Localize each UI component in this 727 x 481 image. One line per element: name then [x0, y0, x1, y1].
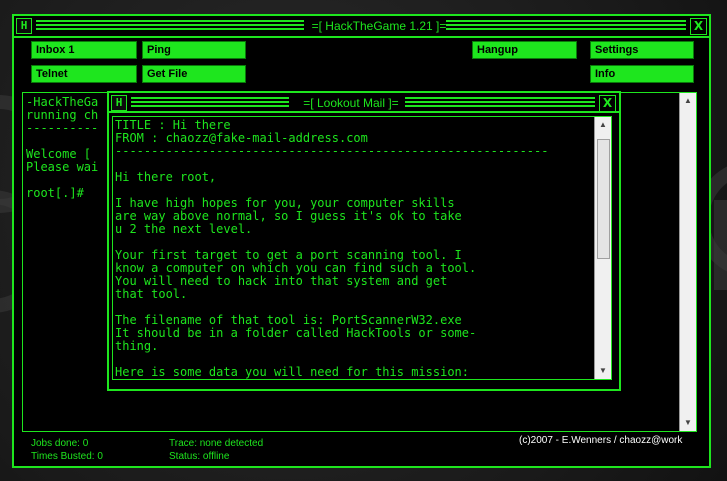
- mail-line: that tool.: [115, 287, 188, 301]
- mail-line: u 2 the next level.: [115, 222, 253, 236]
- mail-line: It should be in a folder called HackTool…: [115, 326, 477, 340]
- trace-status: Trace: none detected: [169, 438, 264, 449]
- mail-title: =[ Lookout Mail ]=: [289, 93, 413, 111]
- jobs-done-counter: Jobs done: 0: [31, 438, 89, 449]
- mail-window: H =[ Lookout Mail ]= X TITLE : Hi there …: [107, 91, 621, 391]
- scroll-up-icon[interactable]: ▲: [595, 117, 611, 133]
- mail-text: TITLE : Hi there FROM : chaozz@fake-mail…: [115, 119, 548, 379]
- scroll-down-icon[interactable]: ▼: [595, 363, 611, 379]
- scrollbar-thumb[interactable]: [597, 139, 610, 259]
- mail-logo-icon: H: [111, 95, 127, 111]
- settings-button[interactable]: Settings: [590, 41, 694, 59]
- mail-line: Hi there root,: [115, 170, 217, 184]
- desktop: H =[ HackTheGame 1.21 ]= X Inbox 1 Ping …: [0, 0, 727, 481]
- mail-line: Here is some data you will need for this…: [115, 365, 470, 379]
- times-busted-counter: Times Busted: 0: [31, 451, 103, 462]
- scroll-up-icon[interactable]: ▲: [680, 93, 696, 109]
- hangup-button[interactable]: Hangup: [472, 41, 577, 59]
- titlebar-stripes-right: [446, 20, 686, 30]
- console-line: ----------: [26, 121, 99, 135]
- inbox-button[interactable]: Inbox 1: [31, 41, 137, 59]
- connection-status: Status: offline: [169, 451, 230, 462]
- telnet-button[interactable]: Telnet: [31, 65, 137, 83]
- app-title: =[ HackTheGame 1.21 ]=: [304, 16, 454, 34]
- main-titlebar[interactable]: H =[ HackTheGame 1.21 ]= X: [14, 16, 709, 38]
- mail-scrollbar[interactable]: ▲ ▼: [594, 117, 611, 379]
- mail-from-line: FROM : chaozz@fake-mail-address.com: [115, 131, 368, 145]
- ping-button[interactable]: Ping: [142, 41, 246, 59]
- scroll-down-icon[interactable]: ▼: [680, 415, 696, 431]
- info-button[interactable]: Info: [590, 65, 694, 83]
- mail-close-icon[interactable]: X: [599, 95, 616, 112]
- console-line: Please wai: [26, 160, 99, 174]
- mail-titlebar-stripes-right: [405, 97, 595, 107]
- mail-message-body[interactable]: TITLE : Hi there FROM : chaozz@fake-mail…: [112, 116, 612, 380]
- console-text: -HackTheGa running ch ---------- Welcome…: [26, 96, 98, 200]
- copyright-text: (c)2007 - E.Wenners / chaozz@work: [519, 435, 683, 446]
- titlebar-stripes-left: [36, 20, 304, 30]
- mail-titlebar[interactable]: H =[ Lookout Mail ]= X: [109, 93, 619, 113]
- mail-titlebar-stripes-left: [131, 97, 289, 107]
- console-scrollbar[interactable]: ▲ ▼: [679, 93, 696, 431]
- background-decoration: [714, 200, 727, 290]
- mail-line: thing.: [115, 339, 159, 353]
- console-prompt: root[.]#: [26, 186, 84, 200]
- close-icon[interactable]: X: [690, 18, 707, 35]
- mail-divider: ----------------------------------------…: [115, 145, 549, 158]
- app-logo-icon: H: [16, 18, 32, 34]
- get-file-button[interactable]: Get File: [142, 65, 246, 83]
